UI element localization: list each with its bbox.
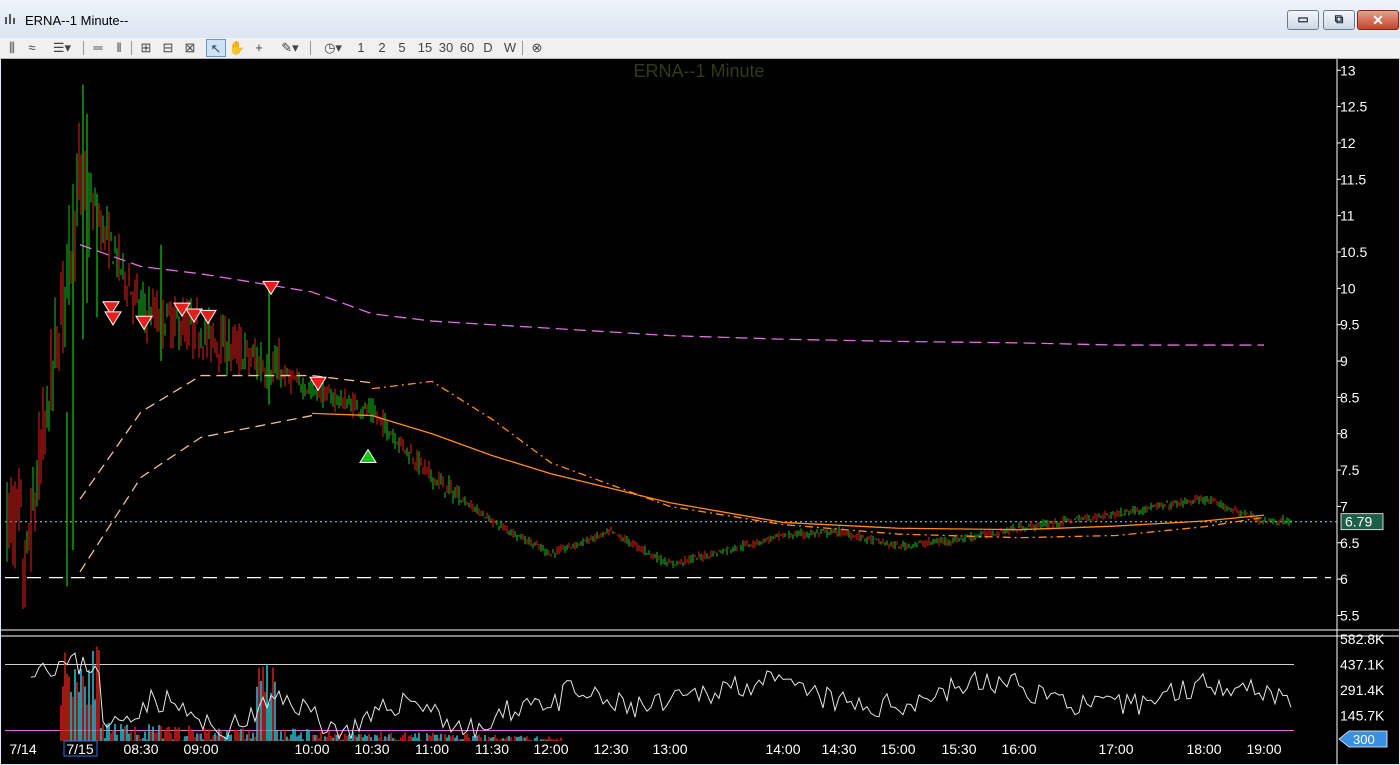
interval-5-button[interactable]: 5 <box>396 39 408 57</box>
interval-1-button[interactable]: 1 <box>355 39 367 57</box>
toolbar-separator <box>522 41 523 55</box>
x-tick-label: 11:30 <box>475 741 509 757</box>
length-label: 300 <box>1353 732 1375 747</box>
x-tick-label: 13:00 <box>652 741 687 757</box>
y-tick-label: 11.5 <box>1340 171 1366 187</box>
toolbar-separator <box>83 41 84 55</box>
chart-toolbar: ⫼ ≈ ☰▾ ═ ‖ ⊞ ⊟ ⊠ ↖ ✋ + ✎▾ ◷▾ 1 2 5 15 30… <box>0 38 1400 59</box>
x-tick-label: 11:00 <box>415 741 449 757</box>
x-tick-label: 17:00 <box>1098 741 1133 757</box>
zoom-in-icon[interactable]: ⊞ <box>137 39 155 57</box>
y-tick-label: 6.5 <box>1340 535 1360 551</box>
pointer-icon[interactable]: ↖ <box>206 39 226 57</box>
last-price-label: 6.79 <box>1345 514 1372 530</box>
y-tick-label: 7 <box>1340 498 1348 514</box>
y-tick-label: 5.5 <box>1340 607 1360 623</box>
interval-week-button[interactable]: W <box>502 39 518 57</box>
interval-30-button[interactable]: 30 <box>437 39 455 57</box>
interval-2-button[interactable]: 2 <box>376 39 388 57</box>
y-tick-label: 9 <box>1340 353 1348 369</box>
y-tick-label: 6 <box>1340 571 1348 587</box>
x-tick-label: 7/14 <box>9 741 36 757</box>
indicators-icon[interactable]: ☰▾ <box>48 39 76 57</box>
x-tick-label: 14:30 <box>821 741 856 757</box>
x-tick-label: 12:00 <box>533 741 568 757</box>
x-tick-label: 10:30 <box>354 741 389 757</box>
y-tick-label: 8.5 <box>1340 389 1360 405</box>
x-tick-label: 12:30 <box>593 741 628 757</box>
zoom-out-icon[interactable]: ⊟ <box>159 39 177 57</box>
window-title: ERNA--1 Minute-- <box>25 13 129 28</box>
chart-background <box>1 59 1399 764</box>
zoom-fit-icon[interactable]: ⊠ <box>181 39 199 57</box>
x-tick-label: 08:30 <box>123 741 158 757</box>
y-tick-label: 13 <box>1340 62 1356 78</box>
price-chart-canvas[interactable]: ERNA--1 Minute 13 12.5 12 11.5 11 10.5 10 9.5 9 8… <box>1 59 1399 764</box>
clock-icon[interactable]: ◷▾ <box>317 39 349 57</box>
y-tick-label: 7.5 <box>1340 462 1360 478</box>
y-tick-label: 11 <box>1340 208 1355 224</box>
y-tick-label: 9.5 <box>1340 317 1360 333</box>
volume-tick-label: 291.4K <box>1340 682 1385 698</box>
line-style-icon[interactable]: ≈ <box>24 39 40 57</box>
toolbar-separator <box>131 41 132 55</box>
volume-tick-label: 437.1K <box>1340 657 1385 673</box>
interval-15-button[interactable]: 15 <box>416 39 434 57</box>
hand-icon[interactable]: ✋ <box>228 39 246 57</box>
pencil-icon[interactable]: ✎▾ <box>275 39 305 57</box>
chart-title: ERNA--1 Minute <box>633 61 764 81</box>
chart-app-icon <box>5 14 15 24</box>
toolbar-separator <box>310 41 311 55</box>
x-tick-label: 09:00 <box>183 741 218 757</box>
hline-icon[interactable]: ═ <box>90 39 106 57</box>
vline-icon[interactable]: ‖ <box>112 39 126 57</box>
y-tick-label: 8 <box>1340 426 1348 442</box>
maximize-button[interactable]: ⧉ <box>1323 10 1355 30</box>
interval-60-button[interactable]: 60 <box>458 39 476 57</box>
interval-day-button[interactable]: D <box>481 39 495 57</box>
y-tick-label: 12 <box>1340 135 1356 151</box>
x-tick-label: 7/15 <box>66 741 93 757</box>
chart-area[interactable]: ERNA--1 Minute 13 12.5 12 11.5 11 10.5 10 9.5 9 8… <box>1 59 1399 764</box>
x-tick-label: 14:00 <box>765 741 800 757</box>
y-tick-label: 10 <box>1340 280 1356 296</box>
window-titlebar: ERNA--1 Minute-- ▭ ⧉ ✕ <box>0 0 1400 38</box>
close-button[interactable]: ✕ <box>1357 10 1399 30</box>
x-tick-label: 15:30 <box>941 741 976 757</box>
y-tick-label: 12.5 <box>1340 99 1367 115</box>
chart-type-icon[interactable]: ⫼ <box>4 39 20 57</box>
close-icon: ✕ <box>1372 12 1384 28</box>
y-tick-label: 10.5 <box>1340 244 1367 260</box>
minimize-button[interactable]: ▭ <box>1287 10 1319 30</box>
x-tick-label: 19:00 <box>1246 741 1281 757</box>
volume-tick-label: 145.7K <box>1340 708 1385 724</box>
minimize-icon: ▭ <box>1297 12 1309 26</box>
x-tick-label: 10:00 <box>294 741 329 757</box>
x-tick-label: 16:00 <box>1001 741 1036 757</box>
x-tick-label: 18:00 <box>1186 741 1221 757</box>
maximize-icon: ⧉ <box>1334 12 1344 26</box>
crosshair-icon[interactable]: + <box>250 39 268 57</box>
x-tick-label: 15:00 <box>880 741 915 757</box>
close-chart-icon[interactable]: ⊗ <box>528 39 546 57</box>
volume-tick-label: 582.8K <box>1340 631 1385 647</box>
